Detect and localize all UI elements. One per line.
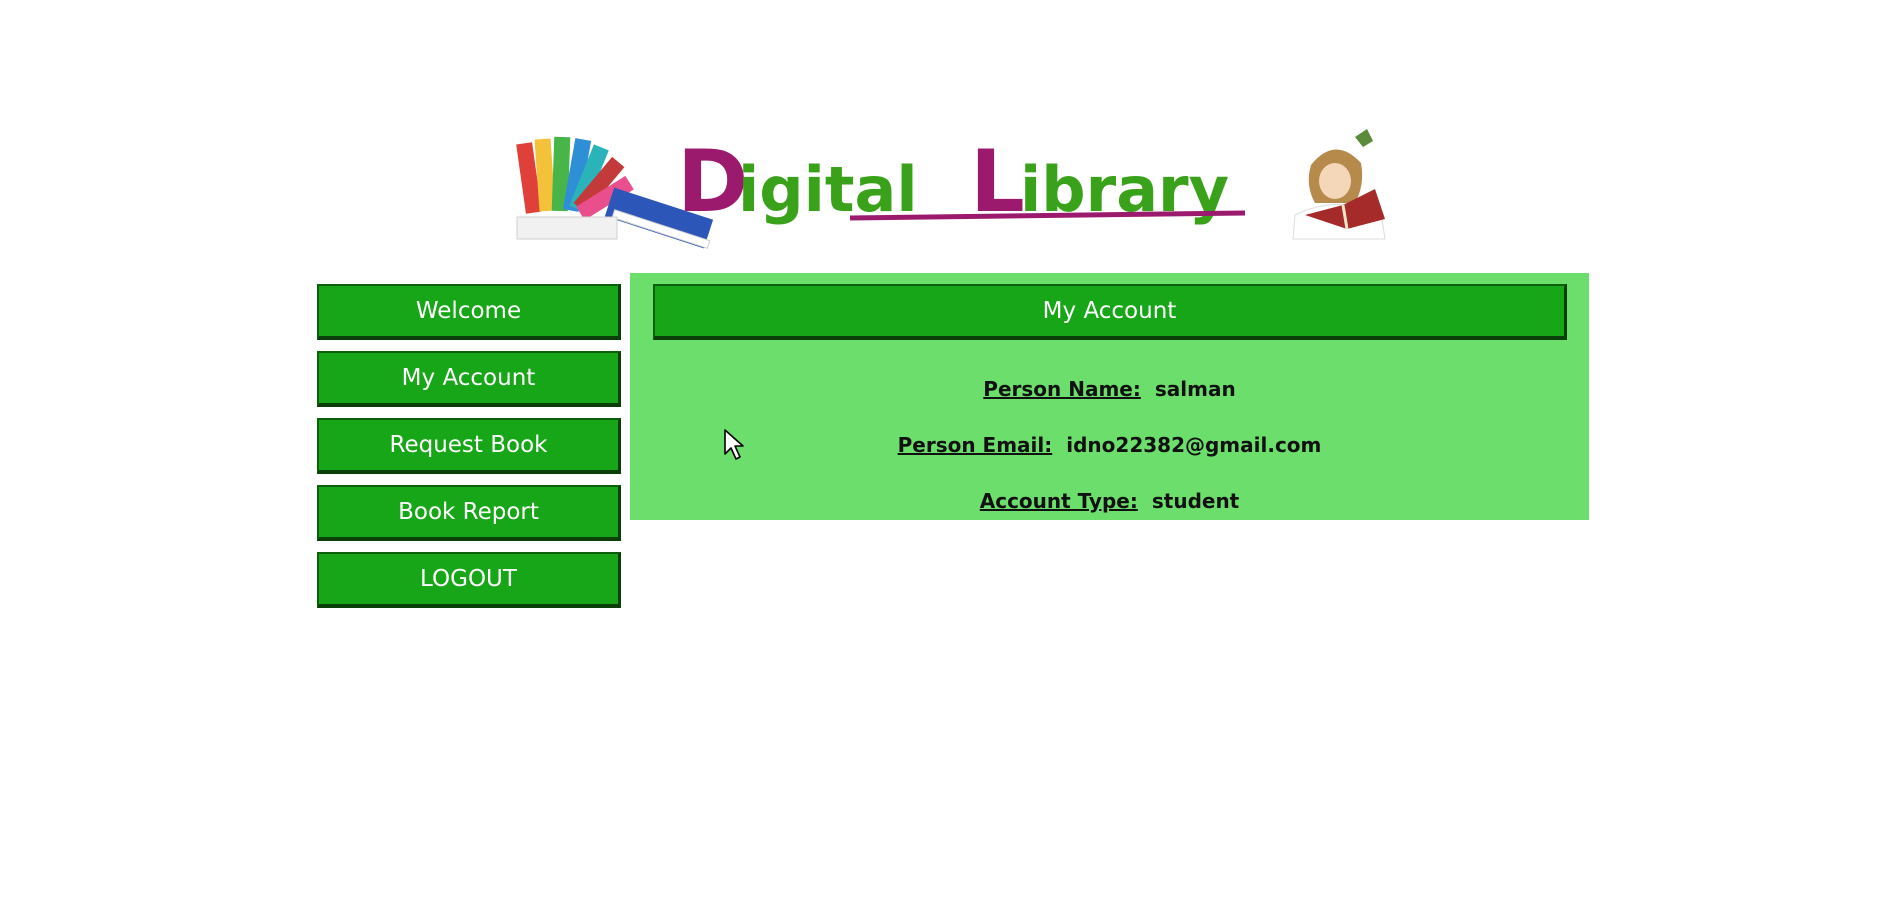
account-panel: My Account Person Name: salman Person Ema… bbox=[630, 273, 1589, 520]
person-name-value: salman bbox=[1154, 377, 1236, 401]
person-name-label: Person Name: bbox=[983, 377, 1141, 401]
digital-library-logo: D igital L ibrary bbox=[516, 129, 1386, 249]
account-type-value: student bbox=[1151, 489, 1240, 513]
nav-my-account-button[interactable]: My Account bbox=[317, 351, 621, 407]
account-type-label: Account Type: bbox=[979, 489, 1138, 513]
digital-library-banner: D igital L ibrary bbox=[515, 125, 1395, 265]
person-name-row: Person Name: salman bbox=[630, 377, 1589, 401]
nav-logout-button[interactable]: LOGOUT bbox=[317, 552, 621, 608]
page: D igital L ibrary Welcome My Account Req… bbox=[0, 0, 1897, 904]
panel-title: My Account bbox=[653, 284, 1567, 340]
person-email-label: Person Email: bbox=[897, 433, 1053, 457]
sidebar-nav: Welcome My Account Request Book Book Rep… bbox=[317, 284, 621, 619]
person-email-value: idno22382@gmail.com bbox=[1066, 433, 1322, 457]
reading-girl-icon bbox=[1292, 129, 1386, 240]
person-email-row: Person Email: idno22382@gmail.com bbox=[630, 433, 1589, 457]
nav-request-book-button[interactable]: Request Book bbox=[317, 418, 621, 474]
mouse-pointer-icon bbox=[724, 429, 744, 460]
nav-book-report-button[interactable]: Book Report bbox=[317, 485, 621, 541]
account-type-row: Account Type: student bbox=[630, 489, 1589, 513]
nav-welcome-button[interactable]: Welcome bbox=[317, 284, 621, 340]
